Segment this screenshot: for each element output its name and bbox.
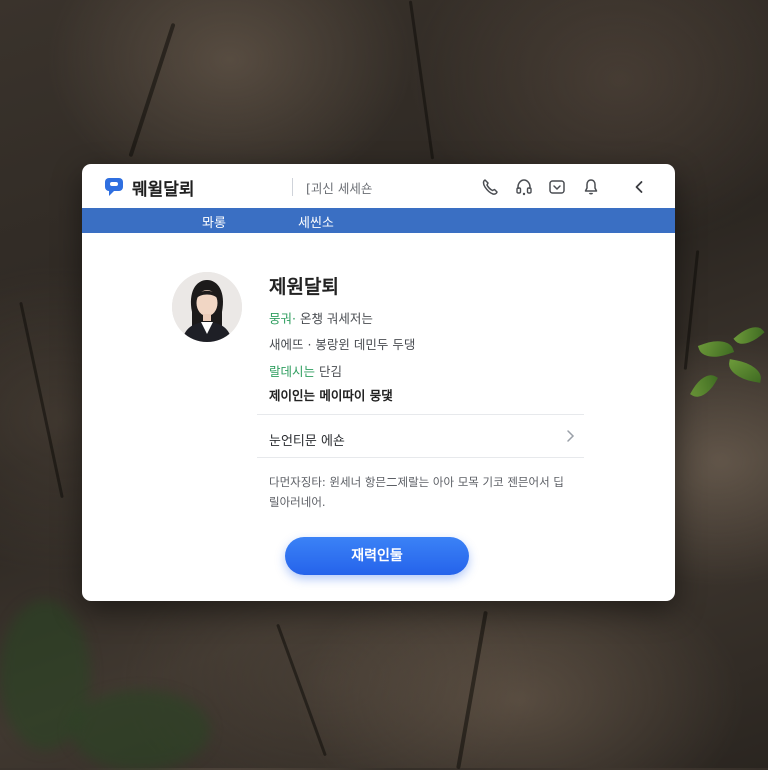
tab-settings[interactable]: 세씬소 bbox=[298, 212, 334, 231]
chevron-right-icon bbox=[567, 430, 575, 442]
profile-line-1-accent: 뭉궈· bbox=[269, 311, 296, 326]
profile-line-3-text: 단김 bbox=[315, 364, 342, 379]
app-name: 뭬윌달뢰 bbox=[132, 180, 195, 200]
title-divider bbox=[292, 178, 293, 196]
profile-line-4: 제이인는 메이따이 뭉댗 bbox=[269, 388, 393, 403]
back-arrow-icon[interactable] bbox=[629, 177, 649, 197]
title-bar: 뭬윌달뢰 [괴신 세세숀 bbox=[82, 164, 675, 208]
notification-icon[interactable] bbox=[581, 177, 601, 197]
divider-bottom bbox=[257, 457, 584, 458]
phone-icon[interactable] bbox=[480, 177, 500, 197]
tab-home[interactable]: 뫄롱 bbox=[202, 212, 226, 231]
detail-row-label: 눈언티문 에숀 bbox=[269, 434, 345, 449]
profile-line-1-text: 온챙 궈세저는 bbox=[295, 311, 373, 326]
profile-line-3: 랄데시는 단김 bbox=[269, 361, 342, 380]
profile-name: 제원달퇴 bbox=[269, 276, 339, 298]
app-logo-icon bbox=[105, 178, 123, 196]
headset-icon[interactable] bbox=[514, 177, 534, 197]
primary-action-button[interactable]: 재력인둘 bbox=[285, 537, 469, 575]
profile-line-1: 뭉궈· 온챙 궈세저는 bbox=[269, 308, 373, 327]
divider-top bbox=[257, 414, 584, 415]
avatar bbox=[172, 272, 242, 342]
detail-row-link[interactable]: 눈언티문 에숀 bbox=[257, 416, 584, 456]
profile-line-2: 새에뜨 · 봉랑윈 데민두 두댕 bbox=[269, 337, 416, 352]
nav-bar: 뫄롱 세씬소 bbox=[82, 208, 675, 233]
inbox-icon[interactable] bbox=[547, 177, 567, 197]
window-subtitle: [괴신 세세숀 bbox=[306, 181, 373, 196]
profile-window: 뭬윌달뢰 [괴신 세세숀 뫄롱 세씬소 제원달퇴 뭉궈· 온챙 궈세저는 새에뜨… bbox=[82, 164, 675, 601]
profile-line-3-accent: 랄데시는 bbox=[269, 364, 316, 379]
profile-description: 다먼자징타: 윈세너 항믄二제랄는 아아 모목 기코 젠믄어서 딥릴아러네어. bbox=[269, 475, 564, 509]
